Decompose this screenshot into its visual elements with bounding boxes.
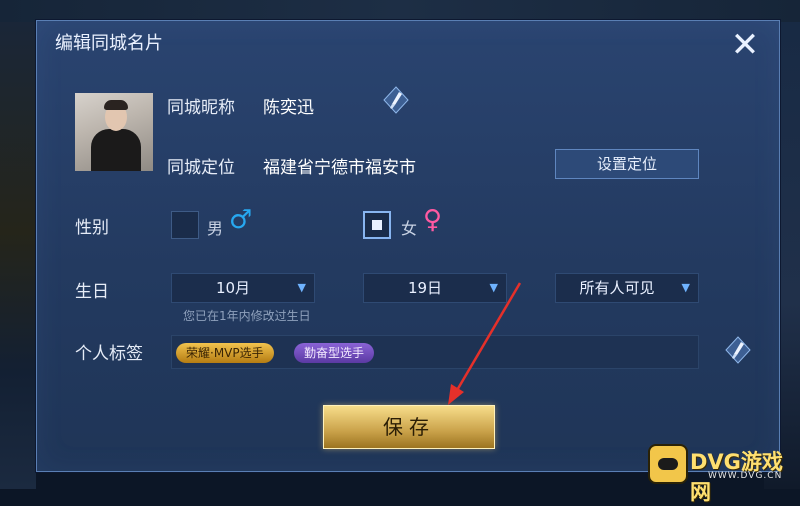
watermark-url: WWW.DVG.CN [708,471,783,481]
annotation-arrow [448,282,522,405]
watermark: DVG游戏网 WWW.DVG.CN [642,442,800,504]
gamepad-logo-icon [648,444,688,484]
